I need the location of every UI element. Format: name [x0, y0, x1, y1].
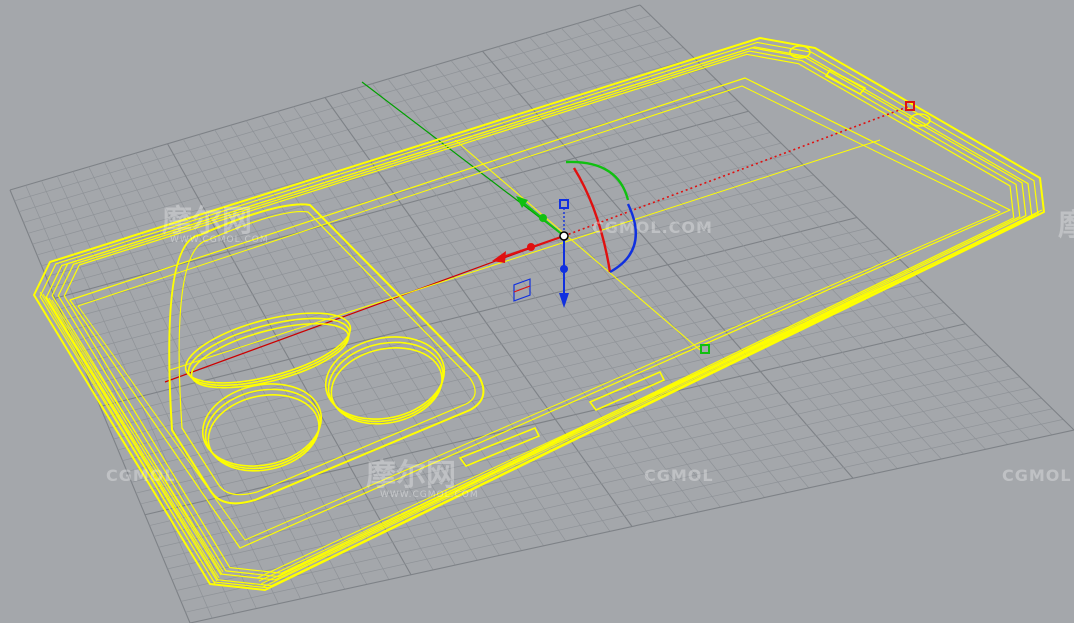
- gizmo-y-scale-handle: [539, 214, 547, 222]
- gizmo-rotate-y-arc: [565, 160, 630, 201]
- grid-line: [639, 4, 1074, 431]
- x-constraint-line: [563, 105, 911, 237]
- gizmo-rotate-x-arc: [572, 167, 612, 273]
- phone-case-wireframe[interactable]: [33, 37, 1045, 591]
- gizmo-rotate-z-arc: [609, 203, 637, 274]
- case-side-edge: [42, 293, 218, 582]
- grid-line: [185, 419, 1064, 613]
- gizmo-z-scale-handle: [560, 265, 568, 273]
- gizmo-z-arrowhead: [559, 293, 569, 308]
- case-outline-ring: [33, 37, 1045, 591]
- gumball-center-icon: [559, 231, 569, 241]
- grid-line: [576, 23, 986, 450]
- grid-line: [180, 408, 1053, 602]
- gizmo-plane-handle-line: [513, 285, 531, 293]
- case-side-edge: [51, 299, 224, 573]
- case-side-edge: [48, 297, 222, 576]
- viewport-scene[interactable]: [0, 0, 1074, 623]
- rhino-perspective-viewport[interactable]: 摩尔网 WWW.CGMOL.COM CGMOL.COM CGMOL 摩尔网 WW…: [0, 0, 1074, 623]
- case-outline-ring: [51, 47, 1027, 581]
- gizmo-x-scale-handle: [527, 243, 535, 251]
- case-inner-back-2: [77, 85, 1001, 541]
- case-outline-ring: [39, 41, 1039, 589]
- grid-line: [560, 27, 964, 455]
